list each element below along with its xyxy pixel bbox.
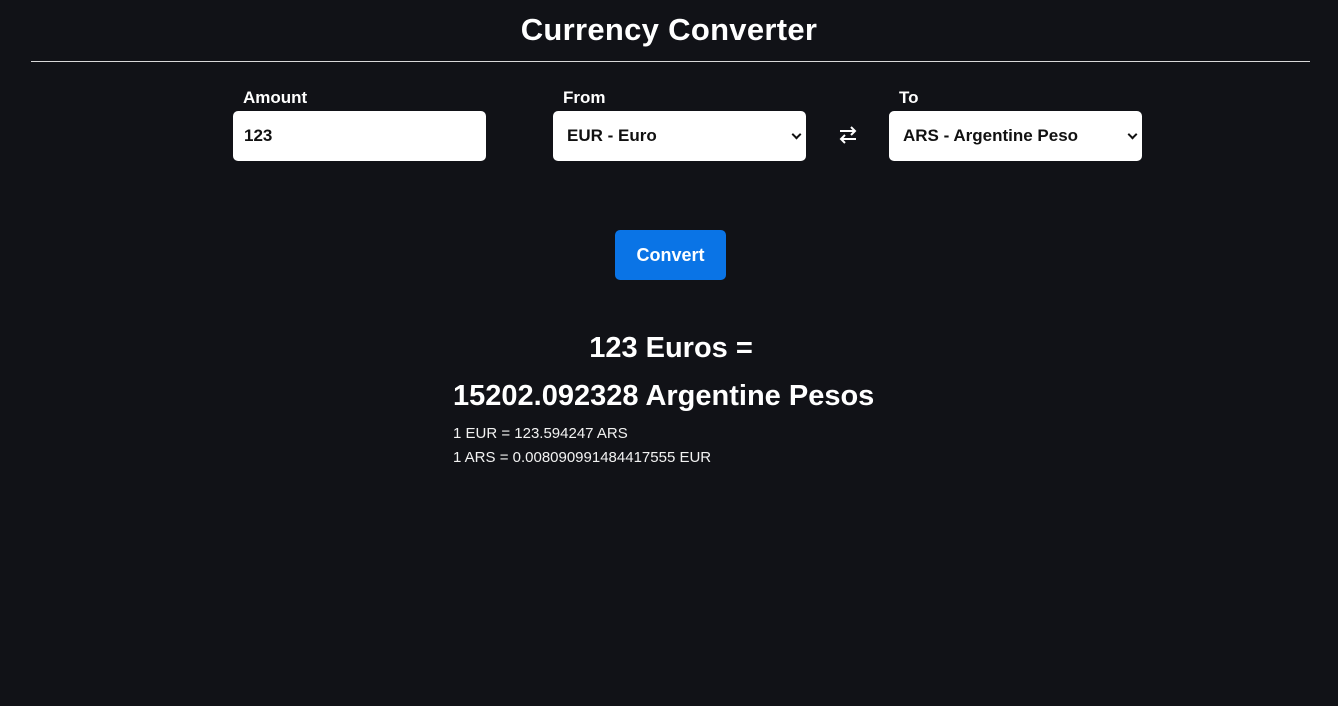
to-label: To (899, 88, 919, 107)
result-to-amount: 15202.092328 Argentine Pesos (453, 380, 875, 412)
swap-arrows-icon-svg (839, 126, 857, 144)
exchange-rate-reverse: 1 ARS = 0.008090991484417555 EUR (453, 449, 712, 466)
chevron-down-icon (1127, 129, 1138, 140)
from-label: From (563, 88, 606, 107)
exchange-rate-forward: 1 EUR = 123.594247 ARS (453, 425, 628, 442)
result-from-amount: 123 Euros = (589, 332, 753, 364)
page-title: Currency Converter (520, 12, 818, 47)
to-currency-select[interactable]: ARS - Argentine Peso (889, 111, 1142, 161)
swap-arrows-icon[interactable] (836, 124, 860, 146)
from-currency-value: EUR - Euro (567, 126, 657, 145)
chevron-down-icon (791, 129, 802, 140)
amount-input[interactable] (233, 111, 486, 161)
to-currency-value: ARS - Argentine Peso (903, 126, 1079, 145)
from-currency-select[interactable]: EUR - Euro (553, 111, 806, 161)
convert-button[interactable]: Convert (615, 230, 726, 280)
currency-converter-page: Currency Converter Amount From EUR - Eur… (0, 0, 1338, 706)
title-divider (31, 61, 1310, 62)
amount-label: Amount (243, 88, 308, 107)
